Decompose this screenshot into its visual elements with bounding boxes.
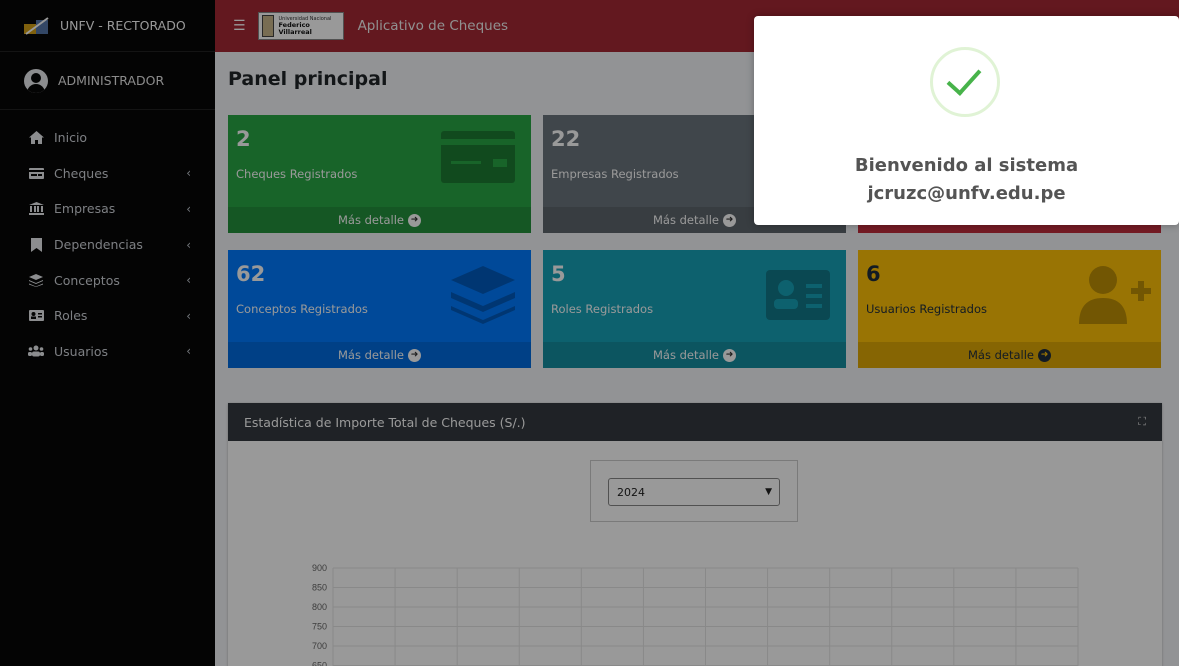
toast-line-1: Bienvenido al sistema xyxy=(854,155,1079,176)
success-check-icon xyxy=(930,47,1000,117)
welcome-toast: Bienvenido al sistema jcruzc@unfv.edu.pe xyxy=(754,16,1179,225)
toast-line-2: jcruzc@unfv.edu.pe xyxy=(867,183,1066,204)
